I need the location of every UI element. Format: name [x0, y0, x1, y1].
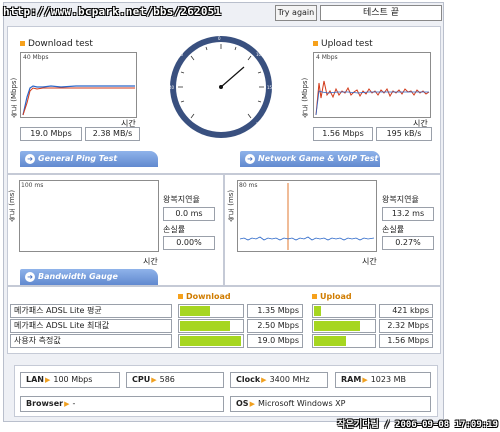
- ping-y-axis-label: 속도 (ms): [8, 189, 16, 222]
- game-line: [239, 236, 375, 241]
- download-bar: [178, 334, 244, 348]
- upload-speed-kbs: 195 kB/s: [376, 127, 432, 141]
- svg-text:30: 30: [176, 122, 182, 127]
- game-latency-label: 왕복지연율: [382, 195, 419, 204]
- upload-line: [315, 80, 430, 116]
- upload-y-axis-label: 속도 (Mbps): [301, 77, 309, 118]
- download-y-axis-label: 속도 (Mbps): [10, 77, 18, 118]
- game-time-label: 시간: [362, 257, 377, 266]
- upload-value: 2.32 Mbps: [379, 319, 433, 333]
- upload-bar-fill: [314, 321, 361, 331]
- ping-loss-label: 손실률: [163, 225, 186, 234]
- download-line: [22, 85, 135, 116]
- orange-arrow-icon: ▶: [261, 376, 267, 384]
- upload-bar: [312, 304, 376, 318]
- download-value: 19.0 Mbps: [247, 334, 303, 348]
- upload-scale-label: 4 Mbps: [316, 54, 338, 61]
- game-loss-value: 0.27%: [382, 236, 434, 250]
- ping-time-label: 시간: [143, 257, 158, 266]
- download-value: 2.50 Mbps: [247, 319, 303, 333]
- download-value: 1.35 Mbps: [247, 304, 303, 318]
- orange-arrow-icon: ▶: [362, 376, 368, 384]
- download-bar-fill: [180, 321, 231, 331]
- upload-bar: [312, 334, 376, 348]
- upload-value: 421 kbps: [379, 304, 433, 318]
- ping-latency-value: 0.0 ms: [163, 207, 215, 221]
- cpu-info: CPU▶ 586: [126, 372, 224, 388]
- download-speed-mbs: 2.38 MB/s: [85, 127, 140, 141]
- ping-graph: 100 ms: [19, 180, 159, 252]
- gauge-row-label: 메가패스 ADSL Lite 평균: [10, 304, 172, 318]
- upload-column-header: Upload: [312, 292, 352, 301]
- download-speed-mbps: 19.0 Mbps: [20, 127, 82, 141]
- download-graph: 40 Mbps: [20, 52, 137, 118]
- upload-bar-fill: [314, 336, 347, 346]
- orange-square-icon: [20, 41, 25, 46]
- arrow-circle-icon: ➜: [245, 154, 255, 164]
- ping-loss-value: 0.00%: [163, 236, 215, 250]
- tab-bandwidth-gauge[interactable]: ➜ Bandwidth Gauge: [20, 269, 158, 285]
- game-latency-value: 13.2 ms: [382, 207, 434, 221]
- ping-scale-label: 100 ms: [21, 182, 44, 189]
- game-scale-label: 80 ms: [239, 182, 258, 189]
- download-line-2: [22, 87, 135, 116]
- upload-bar-fill: [314, 306, 322, 316]
- ram-info: RAM▶ 1023 MB: [335, 372, 431, 388]
- game-loss-label: 손실률: [382, 225, 405, 234]
- upload-bar: [312, 319, 376, 333]
- timestamp-watermark: 작은기다림 / 2006-09-08 17:09:19: [337, 420, 498, 430]
- download-title: Download test: [20, 39, 93, 49]
- game-graph: 80 ms: [237, 180, 377, 252]
- svg-text:40: 40: [169, 85, 175, 90]
- svg-text:10: 10: [256, 52, 262, 57]
- orange-square-icon: [178, 294, 183, 299]
- upload-speed-mbps: 1.56 Mbps: [313, 127, 373, 141]
- lan-info: LAN▶ 100 Mbps: [20, 372, 120, 388]
- speed-gauge: 0 10 15 20 30 40 50: [168, 34, 274, 140]
- browser-info: Browser▶ -: [20, 396, 224, 412]
- game-y-axis-label: 속도 (ms): [227, 189, 235, 222]
- os-info: OS▶ Microsoft Windows XP: [230, 396, 431, 412]
- download-bar: [178, 304, 244, 318]
- tab-network-game[interactable]: ➜ Network Game & VoIP Test: [240, 151, 380, 167]
- url-watermark: http://www.bcpark.net/bbs/262051: [3, 5, 222, 18]
- upload-title: Upload test: [313, 39, 373, 49]
- gauge-row-label: 메가패스 ADSL Lite 최대값: [10, 319, 172, 333]
- svg-text:50: 50: [178, 52, 184, 57]
- ping-latency-label: 왕복지연율: [163, 195, 200, 204]
- download-bar: [178, 319, 244, 333]
- try-again-button[interactable]: Try again: [275, 5, 317, 21]
- orange-square-icon: [313, 41, 318, 46]
- download-column-header: Download: [178, 292, 231, 301]
- gauge-row-label: 사용자 측정값: [10, 334, 172, 348]
- orange-arrow-icon: ▶: [249, 400, 255, 408]
- svg-text:20: 20: [256, 122, 262, 127]
- clock-info: Clock▶ 3400 MHz: [230, 372, 328, 388]
- orange-arrow-icon: ▶: [44, 376, 51, 384]
- orange-arrow-icon: ▶: [64, 400, 70, 408]
- arrow-circle-icon: ➜: [25, 272, 35, 282]
- svg-text:15: 15: [267, 85, 273, 90]
- upload-line-2: [315, 90, 429, 116]
- orange-square-icon: [312, 294, 317, 299]
- status-box: 테스트 끝: [320, 5, 442, 21]
- download-scale-label: 40 Mbps: [23, 54, 49, 61]
- upload-value: 1.56 Mbps: [379, 334, 433, 348]
- tab-general-ping[interactable]: ➜ General Ping Test: [20, 151, 158, 167]
- download-bar-fill: [180, 306, 210, 316]
- upload-graph: 4 Mbps: [313, 52, 431, 118]
- download-bar-fill: [180, 336, 241, 346]
- orange-arrow-icon: ▶: [151, 376, 157, 384]
- arrow-circle-icon: ➜: [25, 154, 35, 164]
